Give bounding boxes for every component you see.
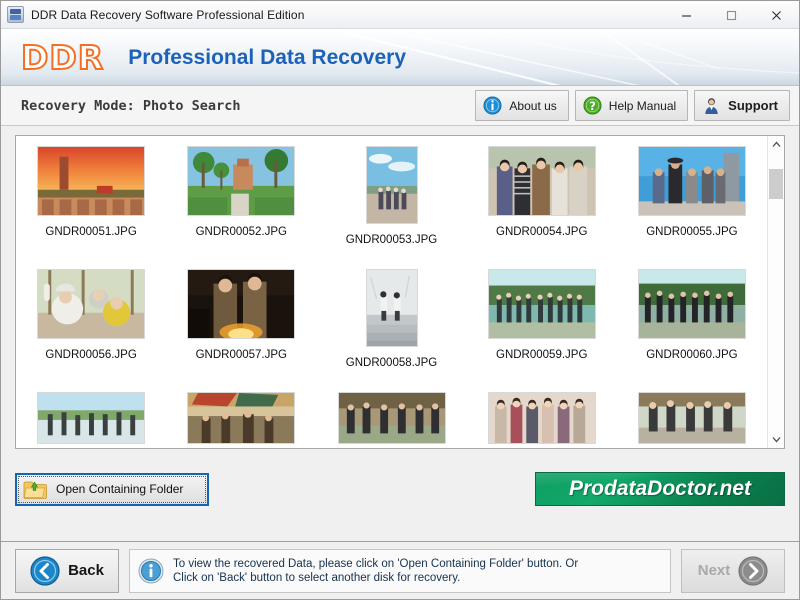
- open-containing-folder-label: Open Containing Folder: [56, 482, 183, 496]
- thumbnail-filename: GNDR00060.JPG: [646, 349, 737, 361]
- ddr-logo: DDR: [21, 41, 104, 74]
- thumbnail-image[interactable]: [488, 269, 596, 339]
- mode-bar: Recovery Mode: Photo Search About us ? H…: [1, 86, 799, 126]
- thumbnail-image[interactable]: [37, 392, 145, 444]
- thumbnail-item[interactable]: GNDR00053.JPG: [316, 146, 466, 269]
- about-us-button[interactable]: About us: [475, 90, 568, 121]
- back-label: Back: [68, 562, 104, 579]
- header-button-group: About us ? Help Manual Support: [475, 90, 790, 121]
- thumbnail-image[interactable]: [488, 392, 596, 444]
- thumbnail-item[interactable]: [316, 392, 466, 448]
- window-title: DDR Data Recovery Software Professional …: [31, 8, 304, 22]
- thumbnail-filename: GNDR00059.JPG: [496, 349, 587, 361]
- thumbnail-image[interactable]: [638, 146, 746, 216]
- application-window: DDR Data Recovery Software Professional …: [0, 0, 800, 600]
- scrollbar-thumb[interactable]: [769, 169, 783, 199]
- thumbnail-filename: GNDR00058.JPG: [346, 357, 437, 369]
- info-icon: [138, 558, 164, 584]
- maximize-button[interactable]: [709, 1, 754, 29]
- prodatadoctor-banner: ProdataDoctor.net: [535, 472, 785, 506]
- thumbnail-image[interactable]: [187, 392, 295, 444]
- support-button[interactable]: Support: [694, 90, 790, 121]
- thumbnail-image[interactable]: [366, 269, 418, 347]
- thumbnail-image[interactable]: [366, 146, 418, 224]
- folder-upload-icon: [23, 479, 48, 500]
- footer-bar: Back To view the recovered Data, please …: [1, 541, 799, 599]
- help-manual-button[interactable]: ? Help Manual: [575, 90, 688, 121]
- scrollbar-track[interactable]: [768, 153, 784, 431]
- thumbnail-filename: GNDR00054.JPG: [496, 226, 587, 238]
- thumbnail-item[interactable]: [467, 392, 617, 448]
- chevron-down-icon: [772, 436, 781, 443]
- thumbnail-row: [16, 392, 767, 448]
- thumbnail-filename: GNDR00051.JPG: [45, 226, 136, 238]
- thumbnail-filename: GNDR00055.JPG: [646, 226, 737, 238]
- thumbnail-image[interactable]: [638, 392, 746, 444]
- thumbnail-item[interactable]: [16, 392, 166, 448]
- title-bar: DDR Data Recovery Software Professional …: [1, 1, 799, 29]
- thumbnail-item[interactable]: GNDR00055.JPG: [617, 146, 767, 269]
- brand-title: Professional Data Recovery: [128, 47, 406, 68]
- thumbnail-image[interactable]: [187, 269, 295, 339]
- question-icon: ?: [583, 96, 602, 115]
- support-label: Support: [728, 98, 778, 113]
- thumbnail-row: GNDR00051.JPG: [16, 146, 767, 269]
- banner-text: ProdataDoctor.net: [569, 477, 751, 501]
- svg-text:?: ?: [589, 99, 596, 113]
- status-text-lines: To view the recovered Data, please click…: [173, 558, 578, 584]
- scroll-up-button[interactable]: [768, 136, 784, 153]
- thumbnail-scroll-viewport: GNDR00051.JPG: [16, 136, 767, 448]
- thumbnail-grid-panel: GNDR00051.JPG: [15, 135, 785, 449]
- thumbnail-item[interactable]: [617, 392, 767, 448]
- thumbnail-image[interactable]: [37, 146, 145, 216]
- chevron-up-icon: [772, 141, 781, 148]
- thumbnail-item[interactable]: GNDR00060.JPG: [617, 269, 767, 392]
- vertical-scrollbar[interactable]: [767, 136, 784, 448]
- thumbnail-image[interactable]: [187, 146, 295, 216]
- thumbnail-item[interactable]: GNDR00051.JPG: [16, 146, 166, 269]
- about-us-label: About us: [509, 99, 556, 113]
- disk-drive-icon: [7, 6, 24, 23]
- close-button[interactable]: [754, 1, 799, 29]
- open-containing-folder-button[interactable]: Open Containing Folder: [15, 473, 209, 506]
- thumbnail-image[interactable]: [37, 269, 145, 339]
- thumbnail-image[interactable]: [338, 392, 446, 444]
- minimize-button[interactable]: [664, 1, 709, 29]
- arrow-left-circle-icon: [30, 556, 60, 586]
- support-person-icon: [702, 96, 721, 115]
- thumbnail-row: GNDR00056.JPG: [16, 269, 767, 392]
- window-controls: [664, 1, 799, 29]
- thumbnail-filename: GNDR00053.JPG: [346, 234, 437, 246]
- next-button[interactable]: Next: [681, 549, 785, 593]
- thumbnail-item[interactable]: GNDR00052.JPG: [166, 146, 316, 269]
- status-line-1: To view the recovered Data, please click…: [173, 558, 578, 570]
- thumbnail-filename: GNDR00056.JPG: [45, 349, 136, 361]
- back-button[interactable]: Back: [15, 549, 119, 593]
- thumbnail-item[interactable]: GNDR00056.JPG: [16, 269, 166, 392]
- thumbnail-item[interactable]: GNDR00054.JPG: [467, 146, 617, 269]
- info-icon: [483, 96, 502, 115]
- thumbnail-filename: GNDR00052.JPG: [196, 226, 287, 238]
- thumbnail-item[interactable]: GNDR00059.JPG: [467, 269, 617, 392]
- content-area: GNDR00051.JPG: [1, 126, 799, 541]
- status-line-2: Click on 'Back' button to select another…: [173, 572, 578, 584]
- thumbnail-item[interactable]: GNDR00057.JPG: [166, 269, 316, 392]
- thumbnail-image[interactable]: [488, 146, 596, 216]
- status-info-box: To view the recovered Data, please click…: [129, 549, 671, 593]
- action-row: Open Containing Folder ProdataDoctor.net: [15, 449, 785, 519]
- thumbnail-item[interactable]: [166, 392, 316, 448]
- brand-header: DDR Professional Data Recovery: [1, 29, 799, 86]
- arrow-right-circle-icon: [738, 556, 768, 586]
- help-manual-label: Help Manual: [609, 99, 676, 113]
- next-label: Next: [698, 562, 731, 579]
- thumbnail-item[interactable]: GNDR00058.JPG: [316, 269, 466, 392]
- thumbnail-filename: GNDR00057.JPG: [196, 349, 287, 361]
- thumbnail-image[interactable]: [638, 269, 746, 339]
- recovery-mode-label: Recovery Mode: Photo Search: [21, 98, 240, 114]
- scroll-down-button[interactable]: [768, 431, 784, 448]
